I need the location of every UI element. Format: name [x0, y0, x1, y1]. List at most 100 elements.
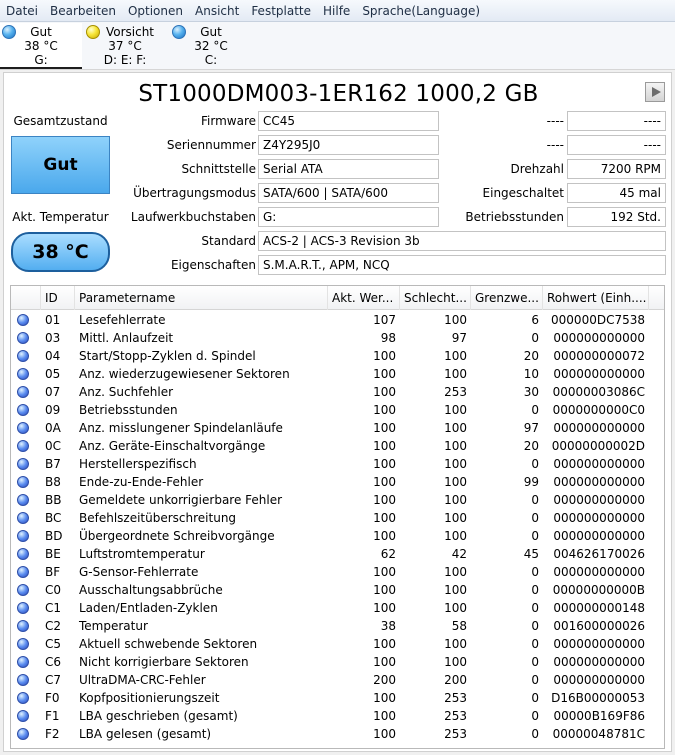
table-row[interactable]: C0 Ausschaltungsabbrüche 100 100 0 0000000000… [11, 581, 664, 599]
cell-current: 200 [373, 673, 396, 687]
standard-label: Standard [201, 234, 256, 248]
column-header-raw[interactable]: Rohwert (Einh.... [543, 286, 649, 310]
table-row[interactable]: B8 Ende-zu-Ende-Fehler 100 100 99 00000000000… [11, 473, 664, 491]
cell-id: C0 [45, 583, 62, 597]
firmware-field: CC45 [258, 111, 439, 131]
cell-name: Laden/Entladen-Zyklen [79, 601, 218, 615]
cell-raw: 000000000148 [553, 601, 645, 615]
cell-current: 100 [373, 511, 396, 525]
table-row[interactable]: 05 Anz. wiederzugewiesener Sektoren 100 100… [11, 365, 664, 383]
status-dot-icon [17, 332, 29, 344]
cell-current: 100 [373, 457, 396, 471]
status-dot-icon [17, 512, 29, 524]
status-dot-icon [17, 728, 29, 740]
cell-raw: 00000B169F86 [553, 709, 645, 723]
drive-tab-c[interactable]: Gut 32 °C C: [170, 23, 252, 69]
table-row[interactable]: 0A Anz. misslungener Spindelanläufe 100 100… [11, 419, 664, 437]
cell-raw: 00000048781C [552, 727, 645, 741]
table-row[interactable]: C7 UltraDMA-CRC-Fehler 200 200 0 000000000000 [11, 671, 664, 689]
menu-ansicht[interactable]: Ansicht [189, 4, 245, 18]
table-row[interactable]: C1 Laden/Entladen-Zyklen 100 100 0 0000000001… [11, 599, 664, 617]
drive-tab-def[interactable]: Vorsicht 37 °C D: E: F: [84, 23, 166, 69]
column-header-id[interactable]: ID [41, 286, 75, 310]
menu-bearbeiten[interactable]: Bearbeiten [44, 4, 122, 18]
cell-worst: 100 [444, 565, 467, 579]
column-header-current[interactable]: Akt. Wer... [328, 286, 400, 310]
cell-current: 98 [380, 331, 396, 345]
menu-festplatte[interactable]: Festplatte [245, 4, 317, 18]
table-row[interactable]: BB Gemeldete unkorrigierbare Fehler 100 100… [11, 491, 664, 509]
serial-label: Seriennummer [166, 138, 256, 152]
cell-current: 100 [373, 493, 396, 507]
cell-threshold: 20 [523, 349, 539, 363]
table-row[interactable]: B7 Herstellerspezifisch 100 100 0 00000000000… [11, 455, 664, 473]
cell-raw: 0000000000C0 [552, 403, 645, 417]
column-header-threshold[interactable]: Grenzwe... [471, 286, 543, 310]
column-header-worst[interactable]: Schlecht... [400, 286, 471, 310]
column-header-status[interactable] [11, 286, 41, 310]
cell-worst: 100 [444, 475, 467, 489]
cell-raw: 000000000000 [553, 367, 645, 381]
cell-name: LBA geschrieben (gesamt) [79, 709, 238, 723]
cell-name: G-Sensor-Fehlerrate [79, 565, 199, 579]
table-row[interactable]: 07 Anz. Suchfehler 100 253 30 00000003086C [11, 383, 664, 401]
column-header-name[interactable]: Parametername [75, 286, 328, 310]
cell-threshold: 0 [531, 673, 539, 687]
drive-tab-g[interactable]: Gut 38 °C G: [0, 23, 82, 69]
menu-bar: Datei Bearbeiten Optionen Ansicht Festpl… [0, 0, 675, 22]
cell-name: Temperatur [79, 619, 148, 633]
table-row[interactable]: F1 LBA geschrieben (gesamt) 100 253 0 00000B1… [11, 707, 664, 725]
status-dot-icon [17, 476, 29, 488]
temperature-button[interactable]: 38 °C [11, 232, 110, 272]
table-row[interactable]: 04 Start/Stopp-Zyklen d. Spindel 100 100 20 0… [11, 347, 664, 365]
table-row[interactable]: 0C Anz. Geräte-Einschaltvorgänge 100 100 20 0… [11, 437, 664, 455]
cell-threshold: 0 [531, 511, 539, 525]
cell-current: 38 [380, 619, 396, 633]
next-drive-button[interactable] [645, 82, 665, 102]
cell-worst: 58 [451, 619, 467, 633]
rpm-field: 7200 RPM [567, 159, 666, 179]
status-dot-icon [17, 638, 29, 650]
table-row[interactable]: C5 Aktuell schwebende Sektoren 100 100 0 0000… [11, 635, 664, 653]
cell-raw: 000000000000 [553, 493, 645, 507]
table-row[interactable]: F0 Kopfpositionierungszeit 100 253 0 D16B0000… [11, 689, 664, 707]
cell-id: F2 [45, 727, 60, 741]
table-row[interactable]: BD Übergeordnete Schreibvorgänge 100 100 0 00… [11, 527, 664, 545]
table-row[interactable]: BE Luftstromtemperatur 62 42 45 004626170026 [11, 545, 664, 563]
menu-sprache[interactable]: Sprache(Language) [356, 4, 486, 18]
cell-name: Anz. wiederzugewiesener Sektoren [79, 367, 290, 381]
drive-status: Gut [200, 25, 222, 39]
table-row[interactable]: 03 Mittl. Anlaufzeit 98 97 0 000000000000 [11, 329, 664, 347]
cell-worst: 200 [444, 673, 467, 687]
cell-id: 09 [45, 403, 61, 417]
menu-optionen[interactable]: Optionen [122, 4, 189, 18]
menu-hilfe[interactable]: Hilfe [317, 4, 356, 18]
cell-threshold: 0 [531, 727, 539, 741]
power-on-count-field: 45 mal [567, 183, 666, 203]
status-dot-icon [17, 350, 29, 362]
cell-current: 100 [373, 727, 396, 741]
table-row[interactable]: 01 Lesefehlerrate 107 100 6 000000DC7538 [11, 311, 664, 329]
cell-threshold: 0 [531, 403, 539, 417]
cell-worst: 100 [444, 403, 467, 417]
cell-threshold: 0 [531, 565, 539, 579]
cell-current: 100 [373, 367, 396, 381]
table-row[interactable]: 09 Betriebsstunden 100 100 0 0000000000C0 [11, 401, 664, 419]
cell-threshold: 0 [531, 655, 539, 669]
health-status-button[interactable]: Gut [11, 136, 110, 194]
cell-worst: 253 [444, 691, 467, 705]
table-header: ID Parametername Akt. Wer... Schlecht...… [11, 286, 664, 310]
table-row[interactable]: BF G-Sensor-Fehlerrate 100 100 0 000000000000 [11, 563, 664, 581]
cell-name: UltraDMA-CRC-Fehler [79, 673, 206, 687]
cell-raw: 000000000000 [553, 511, 645, 525]
health-label: Gesamtzustand [13, 114, 108, 128]
status-dot-icon [17, 602, 29, 614]
menu-datei[interactable]: Datei [0, 4, 44, 18]
table-row[interactable]: F2 LBA gelesen (gesamt) 100 253 0 00000048781… [11, 725, 664, 743]
table-row[interactable]: C6 Nicht korrigierbare Sektoren 100 100 0 000… [11, 653, 664, 671]
cell-worst: 253 [444, 709, 467, 723]
table-row[interactable]: C2 Temperatur 38 58 0 001600000026 [11, 617, 664, 635]
temperature-label: Akt. Temperatur [12, 210, 109, 224]
cell-raw: 000000000000 [553, 673, 645, 687]
table-row[interactable]: BC Befehlszeitüberschreitung 100 100 0 000000… [11, 509, 664, 527]
